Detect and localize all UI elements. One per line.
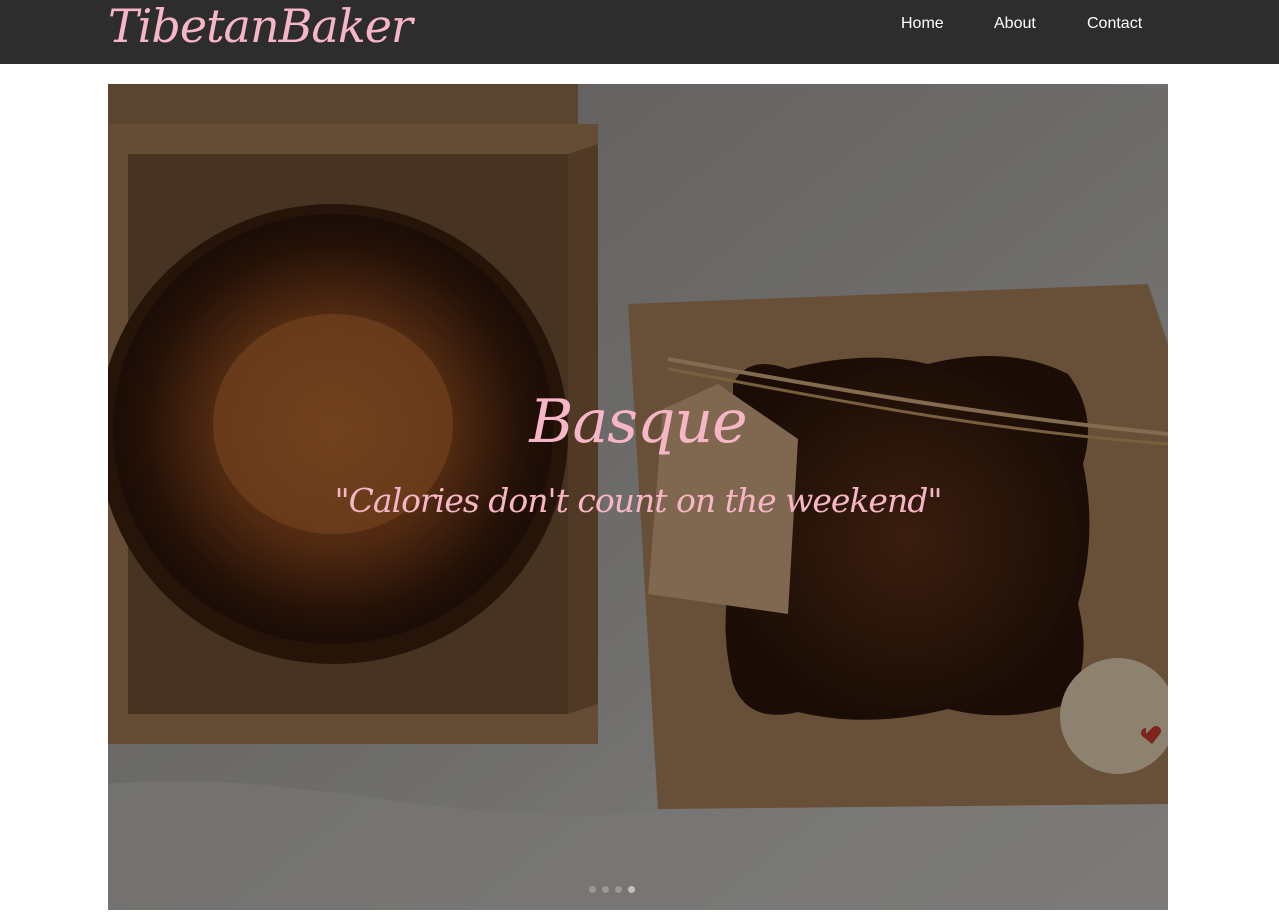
carousel-indicators — [589, 886, 649, 896]
nav-link-home[interactable]: Home — [901, 14, 944, 34]
navbar: TibetanBaker Home About Contact — [0, 0, 1279, 64]
carousel-indicator-3[interactable] — [615, 886, 622, 893]
hero-carousel[interactable]: Basque "Calories don't count on the week… — [108, 84, 1168, 910]
carousel-indicator-2[interactable] — [602, 886, 609, 893]
nav-link-contact[interactable]: Contact — [1087, 14, 1142, 34]
slide-title: Basque — [529, 387, 747, 457]
nav-link-about[interactable]: About — [994, 14, 1036, 34]
main-nav: Home About Contact — [880, 14, 1170, 38]
carousel-indicator-4[interactable] — [628, 886, 635, 893]
carousel-indicator-1[interactable] — [589, 886, 596, 893]
brand-logo-link[interactable]: TibetanBaker — [108, 0, 413, 56]
slide-caption: "Calories don't count on the weekend" — [334, 481, 942, 520]
